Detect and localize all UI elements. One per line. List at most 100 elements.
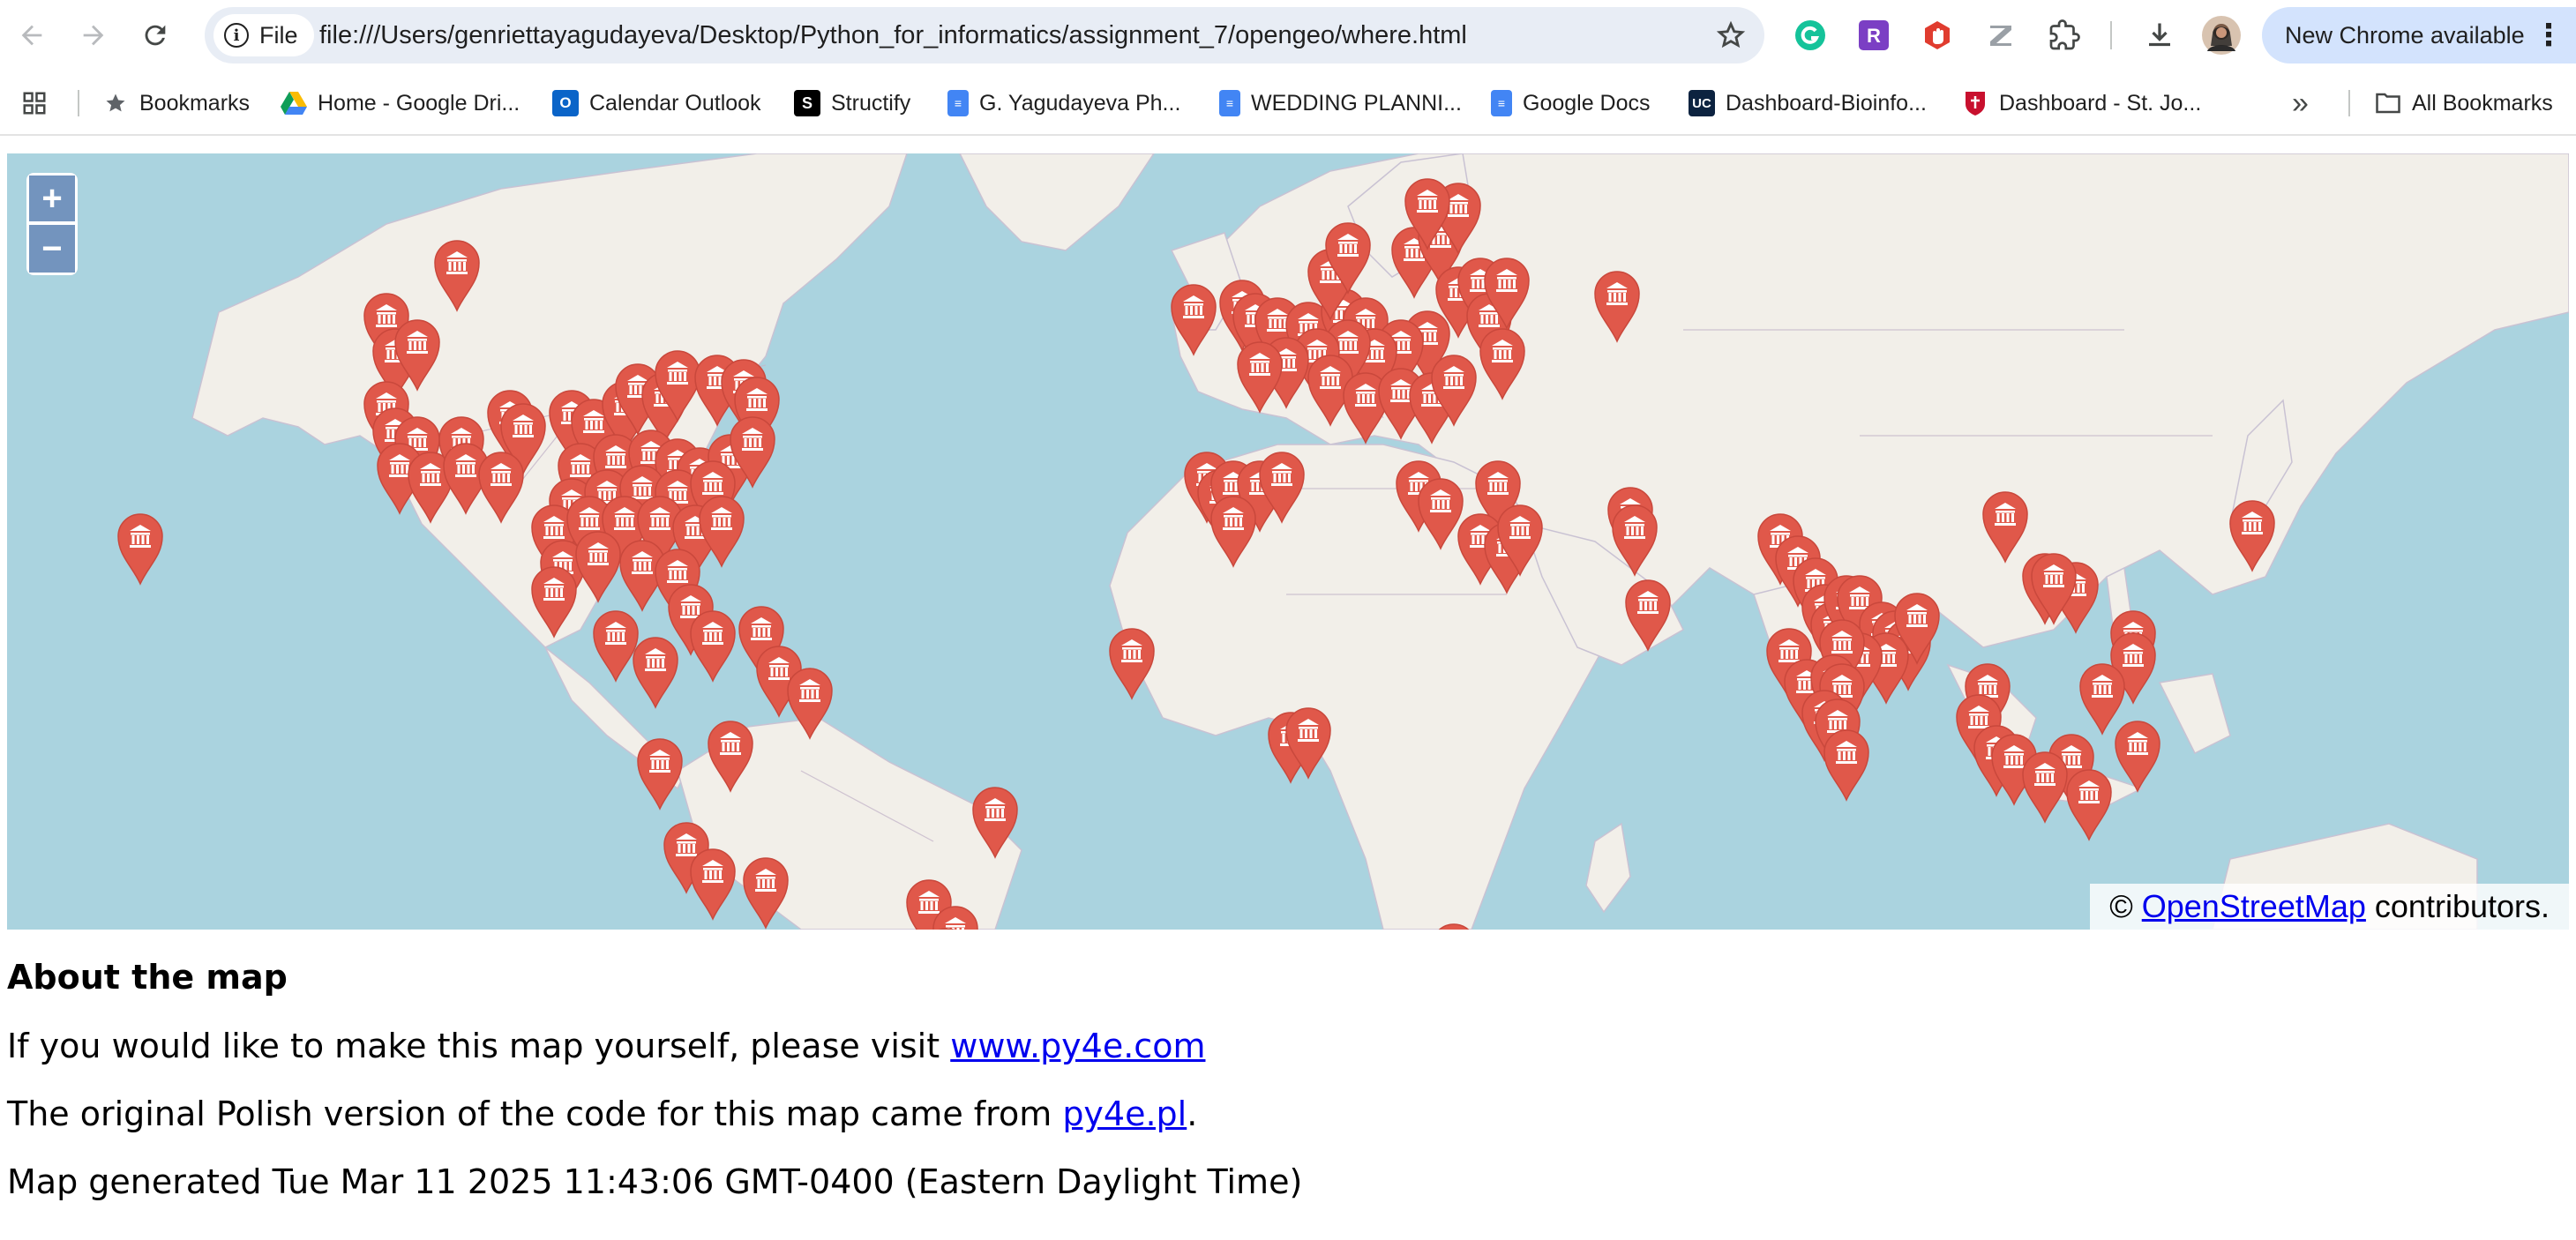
attribution-suffix: contributors. [2374,888,2550,924]
museum-marker-icon[interactable] [1891,589,1943,665]
download-icon[interactable] [2142,18,2177,53]
bookmark-g-yagudayeva[interactable]: ≡ G. Yagudayeva Ph... [947,83,1180,123]
bookmark-wedding-planning[interactable]: ≡ WEDDING PLANNI... [1219,83,1462,123]
bookmark-label: Bookmarks [139,90,251,116]
museum-marker-icon[interactable] [2028,549,2079,625]
about-heading: About the map [7,958,288,997]
map-attribution: © OpenStreetMap contributors. [2090,884,2569,930]
map[interactable]: + − © OpenStreetMap contributors. [7,153,2569,930]
bookmark-calendar-outlook[interactable]: O Calendar Outlook [552,83,761,123]
py4e-com-link[interactable]: www.py4e.com [950,1027,1205,1065]
museum-marker-icon[interactable] [1256,448,1307,524]
bookmark-label: Dashboard - St. Jo... [1999,90,2202,116]
grammarly-icon[interactable] [1793,18,1828,53]
star-icon [102,90,129,116]
museum-marker-icon[interactable] [687,607,738,683]
openstreetmap-link[interactable]: OpenStreetMap [2142,888,2366,925]
forward-button[interactable] [71,12,116,58]
url-text[interactable]: file:///Users/genriettayagudayeva/Deskto… [319,7,1467,63]
star-outline-icon [1716,20,1746,49]
museum-marker-icon[interactable] [1494,501,1546,577]
museum-marker-icon[interactable] [1283,704,1334,780]
museum-marker-icon[interactable] [1208,492,1259,568]
copyright-symbol: © [2109,888,2133,924]
arrow-right-icon [83,25,104,46]
hand-extension-icon[interactable] [1920,18,1955,53]
reload-button[interactable] [132,12,178,58]
museum-marker-icon[interactable] [784,664,835,740]
bookmark-dashboard-bioinfo[interactable]: UC Dashboard-Bioinfo... [1689,83,1927,123]
museum-marker-icon[interactable] [1609,501,1660,577]
museum-marker-icon[interactable] [1481,254,1532,330]
bookmarks-overflow-button[interactable]: » [2292,83,2309,123]
museum-marker-icon[interactable] [1591,267,1643,343]
museum-marker-icon[interactable] [1402,175,1453,250]
google-docs-icon: ≡ [1491,90,1512,116]
puzzle-icon[interactable] [2047,18,2082,53]
museum-marker-icon[interactable] [921,924,972,930]
museum-marker-icon[interactable] [476,448,527,524]
z-extension-icon[interactable] [1983,18,2018,53]
zoom-out-button[interactable]: − [26,224,78,275]
r-extension-icon[interactable]: R [1856,18,1891,53]
museum-marker-icon[interactable] [431,236,483,312]
museum-marker-icon[interactable] [2063,766,2115,841]
bookmarks-bar: Bookmarks Home - Google Dri... O Calenda… [0,71,2576,136]
museum-marker-icon[interactable] [528,563,580,639]
browser-toolbar: i File file:///Users/genriettayagudayeva… [0,0,2576,71]
museum-marker-icon[interactable] [1821,726,1872,802]
museum-marker-icon[interactable] [2077,660,2128,736]
museum-marker-icon[interactable] [740,854,791,930]
bookmark-dashboard-st-johns[interactable]: Dashboard - St. Jo... [1962,83,2201,123]
museum-marker-icon[interactable] [970,783,1021,859]
museum-marker-icon[interactable] [630,633,681,709]
all-bookmarks-button[interactable]: All Bookmarks [2375,83,2553,123]
zoom-in-button[interactable]: + [26,173,78,224]
bookmark-label: WEDDING PLANNI... [1251,90,1462,116]
update-label: New Chrome available [2285,21,2525,49]
bookmarks-divider [78,90,79,116]
py4e-paragraph: If you would like to make this map yours… [7,1027,1205,1065]
bookmark-google-docs[interactable]: ≡ Google Docs [1491,83,1651,123]
museum-marker-icon[interactable] [1622,576,1674,652]
back-button[interactable] [9,12,55,58]
google-docs-icon: ≡ [947,90,969,116]
museum-marker-icon[interactable] [1428,351,1479,427]
museum-marker-icon[interactable] [696,492,747,568]
museum-marker-icon[interactable] [115,510,166,586]
uc-icon: UC [1689,90,1715,116]
reload-icon [145,25,166,46]
museum-marker-icon[interactable] [1106,624,1157,700]
profile-avatar[interactable] [2202,16,2241,55]
arrow-left-icon [21,25,42,46]
museum-marker-icon[interactable] [1234,338,1285,414]
site-info-chip[interactable]: i File [213,14,314,56]
py4e-pl-link[interactable]: py4e.pl [1062,1094,1187,1133]
museum-marker-icon[interactable] [634,735,685,810]
museum-marker-icon[interactable] [1477,325,1528,400]
bookmark-label: Google Docs [1523,90,1651,116]
museum-marker-icon[interactable] [872,929,924,930]
apps-button[interactable] [21,83,48,123]
museum-marker-icon[interactable] [1428,920,1479,930]
toolbar-divider [2110,21,2112,49]
bookmark-bookmarks[interactable]: Bookmarks [102,83,250,123]
new-chrome-available-button[interactable]: New Chrome available ⋮ [2262,7,2576,63]
py4e-text: If you would like to make this map yours… [7,1027,940,1065]
museum-marker-icon[interactable] [2227,497,2278,572]
polish-version-text: The original Polish version of the code … [7,1094,1052,1133]
bookmark-label: Dashboard-Bioinfo... [1726,90,1927,116]
address-bar[interactable]: i File file:///Users/genriettayagudayeva… [205,7,1764,63]
museum-marker-icon[interactable] [687,845,738,921]
apps-grid-icon [23,92,46,115]
bookmarks-divider [2348,90,2350,116]
museum-marker-icon[interactable] [1322,219,1374,295]
museum-marker-icon[interactable] [1168,280,1219,356]
bookmark-google-drive[interactable]: Home - Google Dri... [281,83,520,123]
folder-icon [2375,90,2401,116]
bookmark-star-button[interactable] [1711,16,1750,55]
museum-marker-icon[interactable] [705,717,756,793]
bookmark-structify[interactable]: S Structify [794,83,910,123]
more-menu-icon[interactable]: ⋮ [2534,18,2564,53]
bookmark-label: Home - Google Dri... [318,90,520,116]
